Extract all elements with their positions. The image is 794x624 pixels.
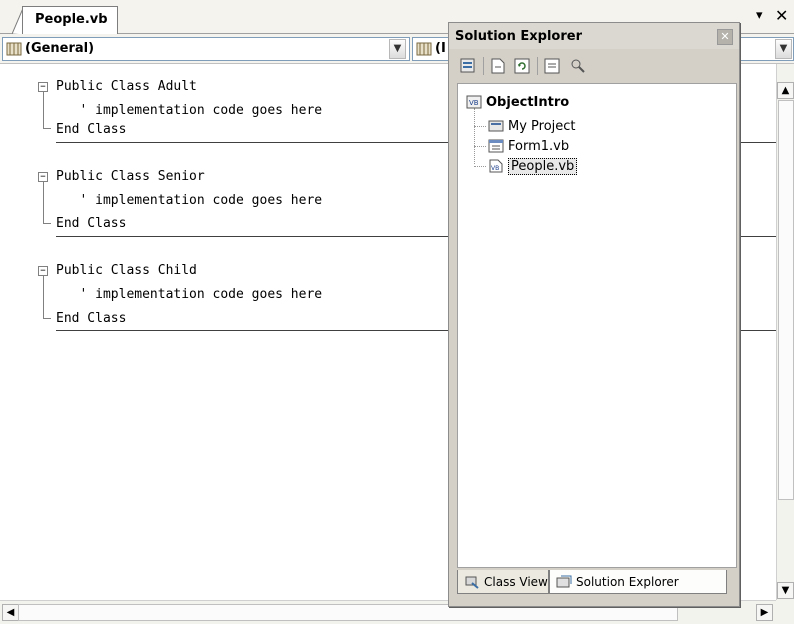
tree-item-label: Form1.vb (508, 138, 570, 154)
tree-item-label: People.vb (508, 157, 578, 175)
properties-icon[interactable] (459, 57, 477, 75)
tab-solution-explorer[interactable]: Solution Explorer (549, 570, 727, 594)
tree-item-my-project[interactable]: My Project (488, 116, 576, 136)
outline-end (43, 318, 51, 319)
code-line: End Class (56, 311, 127, 326)
code-comment: ' implementation code goes here (56, 103, 323, 118)
close-icon[interactable]: ✕ (717, 29, 733, 45)
tree-item-label: My Project (508, 118, 576, 134)
scroll-down-icon[interactable]: ▼ (777, 582, 794, 599)
solution-explorer-window[interactable]: Solution Explorer ✕ VB ObjectIntro My Pr… (448, 22, 740, 607)
toolbar-separator (537, 57, 538, 75)
form-file-icon (488, 139, 504, 153)
general-module-icon (6, 42, 22, 56)
vb-project-icon: VB (466, 95, 482, 109)
method-name-combo-value: (I (435, 41, 446, 56)
code-line: Public Class Adult (56, 79, 197, 94)
code-line: Public Class Senior (56, 169, 205, 184)
svg-text:VB: VB (469, 99, 479, 107)
show-all-files-icon[interactable] (489, 57, 507, 75)
close-document-icon[interactable]: ✕ (775, 6, 788, 25)
solution-tree[interactable]: VB ObjectIntro My Project Form1.vb VB Pe… (457, 83, 737, 568)
tree-item-people-vb[interactable]: VB People.vb (488, 156, 578, 176)
tab-label: Solution Explorer (576, 574, 679, 589)
scrollbar-corner (776, 600, 794, 624)
svg-text:VB: VB (491, 165, 499, 172)
declarations-icon (416, 42, 432, 56)
my-project-icon (488, 120, 504, 132)
outline-line (43, 92, 44, 128)
solution-explorer-toolbar (455, 53, 733, 79)
chevron-down-icon[interactable]: ▼ (389, 39, 406, 59)
tree-connector (474, 126, 486, 127)
solution-explorer-titlebar[interactable]: Solution Explorer ✕ (449, 23, 739, 49)
collapse-icon[interactable]: − (38, 266, 48, 276)
outline-line (43, 276, 44, 318)
collapse-icon[interactable]: − (38, 82, 48, 92)
code-line: Public Class Child (56, 263, 197, 278)
class-name-combo-value: (General) (25, 41, 95, 56)
outline-end (43, 128, 51, 129)
code-comment: ' implementation code goes here (56, 193, 323, 208)
collapse-icon[interactable]: − (38, 172, 48, 182)
code-comment: ' implementation code goes here (56, 287, 323, 302)
class-name-combo[interactable]: (General) ▼ (2, 37, 410, 61)
tab-label: Class View (484, 574, 548, 589)
vertical-scroll-thumb[interactable] (778, 100, 794, 500)
view-code-icon[interactable] (543, 57, 561, 75)
tool-window-tabs: Class View Solution Explorer (457, 570, 737, 602)
refresh-icon[interactable] (513, 57, 531, 75)
scroll-left-icon[interactable]: ◀ (2, 604, 19, 621)
view-class-diagram-icon[interactable] (569, 57, 587, 75)
chevron-down-icon[interactable]: ▼ (775, 39, 792, 59)
scroll-up-icon[interactable]: ▲ (777, 82, 794, 99)
tree-item-objectintro[interactable]: VB ObjectIntro (466, 92, 569, 112)
vb-file-icon: VB (489, 159, 503, 173)
tab-people-vb[interactable]: People.vb (22, 6, 118, 35)
tree-connector (474, 146, 486, 147)
tree-item-form1-vb[interactable]: Form1.vb (488, 136, 569, 156)
tree-connector (474, 166, 486, 167)
code-line: End Class (56, 122, 127, 137)
outline-line (43, 182, 44, 223)
tree-connector (474, 108, 475, 164)
code-line: End Class (56, 216, 127, 231)
tree-item-label: ObjectIntro (486, 94, 570, 110)
outline-end (43, 223, 51, 224)
solution-explorer-title: Solution Explorer (455, 29, 582, 44)
tab-class-view[interactable]: Class View (457, 570, 549, 594)
toolbar-separator (483, 57, 484, 75)
scroll-right-icon[interactable]: ▶ (756, 604, 773, 621)
active-files-dropdown-icon[interactable]: ▾ (756, 8, 763, 23)
solution-explorer-icon (556, 575, 572, 587)
vertical-scrollbar[interactable]: ▲ ▼ (776, 64, 794, 600)
class-view-icon (465, 576, 479, 589)
